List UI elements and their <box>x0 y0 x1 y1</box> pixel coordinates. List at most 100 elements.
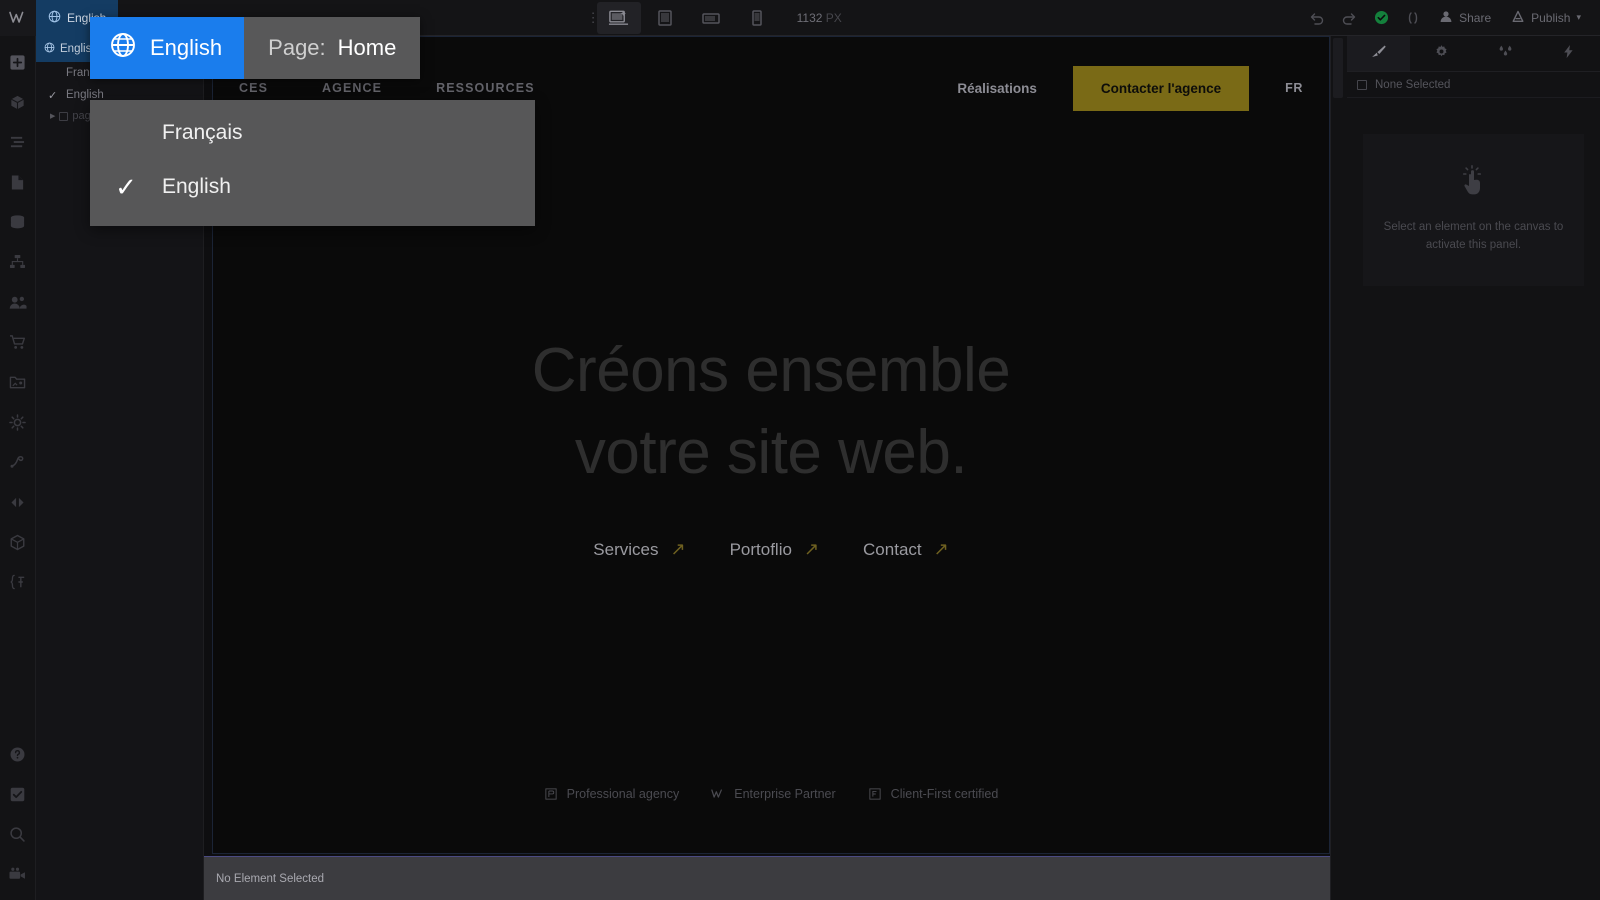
check-placeholder: ✓ <box>90 118 162 149</box>
hero-link-label: Portoflio <box>729 539 792 559</box>
badge-label: Enterprise Partner <box>734 787 836 801</box>
viewport-width-value: 1132 <box>796 10 823 25</box>
question-circle-icon[interactable] <box>0 734 36 774</box>
video-camera-icon[interactable] <box>0 854 36 894</box>
variables-icon[interactable] <box>0 562 36 602</box>
badge-label: Professional agency <box>566 787 680 801</box>
publish-button[interactable]: Publish ▾ <box>1502 3 1590 33</box>
language-option-label: Français <box>162 121 243 144</box>
hero-link-services[interactable]: Services ↗ <box>593 539 685 560</box>
mobile-landscape-viewport-button[interactable] <box>689 2 733 34</box>
locale-page-tooltip: English Page: Home <box>90 17 421 79</box>
hero-heading: Créons ensemble votre site web. <box>531 330 1011 494</box>
hero-link-label: Services <box>593 539 659 559</box>
check-icon: ✓ <box>115 171 137 202</box>
tablet-viewport-button[interactable] <box>643 2 687 34</box>
gear-icon <box>1434 44 1449 64</box>
viewport-width-unit: PX <box>825 10 842 25</box>
lightning-icon <box>1561 44 1576 64</box>
panel-empty-text: Select an element on the canvas to activ… <box>1383 221 1564 251</box>
viewport-width: 1132 PX <box>797 11 842 25</box>
publish-label: Publish <box>1531 10 1571 25</box>
globe-icon <box>110 32 136 64</box>
undo-icon[interactable] <box>1302 3 1332 33</box>
badge-enterprise-partner: Enterprise Partner <box>711 787 836 801</box>
hero-heading-line-1: Créons ensemble <box>531 335 1011 405</box>
tab-style[interactable] <box>1347 36 1411 72</box>
logic-flow-icon[interactable] <box>0 242 36 282</box>
share-button[interactable]: Share <box>1430 3 1500 33</box>
publish-rocket-icon <box>1511 10 1525 26</box>
interactions-icon[interactable] <box>0 442 36 482</box>
right-panel-tabs <box>1347 36 1600 72</box>
tooltip-page-prefix: Page: <box>268 35 326 60</box>
viewport-more-icon[interactable]: ⋮ <box>579 11 600 24</box>
badge-professional-agency: Professional agency <box>544 787 680 801</box>
share-person-icon <box>1439 10 1453 26</box>
hero-heading-line-2: votre site web. <box>574 417 968 487</box>
check-circle-icon[interactable] <box>1366 3 1396 33</box>
tab-settings[interactable] <box>1410 36 1474 72</box>
pointing-hand-icon <box>1459 165 1489 203</box>
globe-icon <box>44 42 55 56</box>
webflow-logo-icon[interactable] <box>0 0 36 36</box>
database-icon[interactable] <box>0 202 36 242</box>
tab-interactions[interactable] <box>1536 36 1600 72</box>
hero-link-portfolio[interactable]: Portoflio ↗ <box>730 539 819 560</box>
tooltip-page-chip: Page: Home <box>244 17 421 79</box>
assets-folder-icon[interactable] <box>0 362 36 402</box>
check-icon: ✓ <box>48 89 58 102</box>
layers-list-icon[interactable] <box>0 122 36 162</box>
language-option-english[interactable]: ✓ English <box>90 160 535 214</box>
toolbar-actions: Share Publish ▾ <box>1302 3 1600 33</box>
code-brackets-icon[interactable] <box>1398 3 1428 33</box>
desktop-viewport-button[interactable] <box>596 1 641 34</box>
arrow-up-right-icon: ↗ <box>670 539 686 560</box>
selection-box-icon <box>1357 79 1367 90</box>
checkbox-icon[interactable] <box>0 774 36 814</box>
share-label: Share <box>1459 10 1492 25</box>
partner-badge-icon <box>544 787 558 801</box>
panel-scrollbar[interactable] <box>1333 38 1343 98</box>
element-box-icon <box>59 111 69 121</box>
language-dropdown-menu[interactable]: ✓ Français ✓ English <box>90 100 535 226</box>
box-3d-icon[interactable] <box>0 522 36 562</box>
tooltip-page-name: Home <box>337 35 397 60</box>
language-option-label: English <box>162 175 231 198</box>
chevron-down-icon: ▾ <box>1576 12 1582 22</box>
hero-link-contact[interactable]: Contact ↗ <box>863 539 949 560</box>
badge-label: Client-First certified <box>890 787 999 801</box>
audio-pan-icon[interactable] <box>0 482 36 522</box>
droplets-icon <box>1497 44 1514 63</box>
tooltip-locale-chip: English <box>90 17 245 79</box>
globe-icon <box>48 10 61 26</box>
redo-icon[interactable] <box>1334 3 1364 33</box>
left-tool-rail <box>0 36 36 900</box>
brush-icon <box>1370 44 1387 64</box>
selection-label: None Selected <box>1375 78 1451 91</box>
magnifier-icon[interactable] <box>0 814 36 854</box>
page-icon[interactable] <box>0 162 36 202</box>
viewport-switcher: ⋮ 1132 PX <box>579 1 842 34</box>
plus-square-icon[interactable] <box>0 42 36 82</box>
badge-client-first-certified: Client-First certified <box>868 787 999 801</box>
mobile-portrait-viewport-button[interactable] <box>735 2 779 34</box>
arrow-up-right-icon: ↗ <box>933 539 949 560</box>
hero-link-label: Contact <box>863 539 922 559</box>
cube-icon[interactable] <box>0 82 36 122</box>
tab-style-manager[interactable] <box>1473 36 1537 72</box>
tooltip-locale-label: English <box>150 35 223 60</box>
arrow-up-right-icon: ↗ <box>803 539 820 560</box>
webflow-mark-icon <box>711 787 725 801</box>
cart-icon[interactable] <box>0 322 36 362</box>
status-bar: No Element Selected <box>204 856 1330 900</box>
status-bar-text: No Element Selected <box>216 872 325 885</box>
panel-empty-state: Select an element on the canvas to activ… <box>1363 134 1584 286</box>
selection-indicator: None Selected <box>1347 72 1600 98</box>
chevron-right-icon[interactable]: ▶ <box>50 112 55 120</box>
users-icon[interactable] <box>0 282 36 322</box>
right-properties-panel: None Selected Select an element on the c… <box>1330 36 1600 900</box>
gear-sun-icon[interactable] <box>0 402 36 442</box>
language-option-francais[interactable]: ✓ Français <box>90 106 535 160</box>
client-first-icon <box>868 787 882 801</box>
